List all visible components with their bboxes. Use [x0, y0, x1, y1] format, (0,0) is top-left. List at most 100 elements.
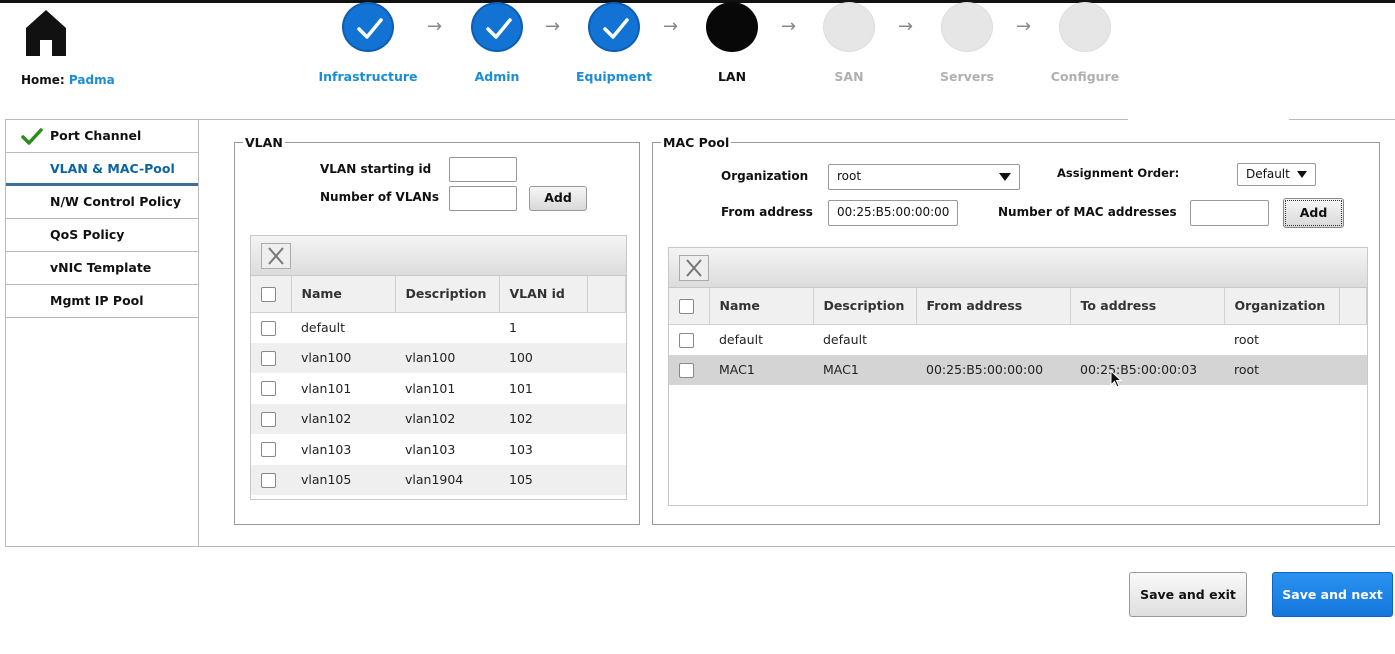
- column-header-empty: [587, 276, 626, 313]
- step-label: SAN: [834, 69, 864, 84]
- vlan-id-cell: 105: [499, 464, 587, 495]
- column-header[interactable]: Organization: [1224, 288, 1340, 325]
- mac-to-cell: [1070, 324, 1224, 355]
- mac-table-toolbar: [669, 248, 1367, 288]
- step-label: LAN: [717, 69, 747, 84]
- delete-icon[interactable]: [679, 255, 709, 281]
- organization-select[interactable]: root: [828, 164, 1020, 190]
- step-label: Infrastructure: [318, 69, 418, 84]
- mac-pool-legend: MAC Pool: [663, 135, 730, 150]
- vlan-start-id-input[interactable]: [449, 157, 517, 182]
- step-pending-icon: [941, 2, 993, 52]
- sidebar-item-label: N/W Control Policy: [50, 194, 182, 209]
- vlan-id-cell: 102: [499, 403, 587, 434]
- column-header[interactable]: Description: [395, 276, 500, 313]
- step-done-icon: [588, 2, 640, 52]
- sidebar-item-mgmt-ip-pool[interactable]: Mgmt IP Pool: [6, 285, 198, 318]
- vlan-grid: Name Description VLAN id default 1 vlan1…: [251, 276, 626, 495]
- row-checkbox[interactable]: [261, 350, 276, 366]
- column-header-empty: [1339, 288, 1367, 325]
- vlan-description-cell: [395, 312, 499, 343]
- table-row[interactable]: vlan101 vlan101 101: [251, 373, 626, 404]
- organization-label: Organization: [721, 169, 809, 183]
- home-icon[interactable]: [24, 8, 68, 58]
- home-breadcrumb: Home: Padma: [21, 73, 115, 87]
- frame-gap: [1128, 116, 1289, 123]
- select-all-checkbox[interactable]: [679, 298, 694, 314]
- dropdown-arrow-icon: [999, 173, 1011, 181]
- vlan-name-cell: vlan102: [291, 403, 395, 434]
- row-checkbox[interactable]: [261, 381, 276, 397]
- mac-from-cell: [916, 324, 1070, 355]
- select-all-checkbox[interactable]: [261, 286, 276, 302]
- table-row[interactable]: default 1: [251, 312, 626, 343]
- column-header[interactable]: VLAN id: [499, 276, 588, 313]
- step-infrastructure[interactable]: Infrastructure: [308, 2, 428, 92]
- sidebar-item-vnic-template[interactable]: vNIC Template: [6, 252, 198, 285]
- select-all-cell: [251, 276, 292, 313]
- dropdown-arrow-icon: [1297, 171, 1307, 178]
- step-label: Admin: [474, 69, 520, 84]
- column-header[interactable]: Name: [291, 276, 396, 313]
- row-checkbox[interactable]: [261, 442, 276, 458]
- mac-org-cell: root: [1224, 354, 1339, 385]
- save-and-next-button[interactable]: Save and next: [1272, 572, 1393, 617]
- delete-icon[interactable]: [261, 243, 291, 269]
- vlan-id-cell: 1: [509, 320, 517, 335]
- assignment-order-value: Default: [1246, 167, 1290, 181]
- home-label: Home:: [21, 73, 65, 87]
- vlan-name-cell: vlan101: [301, 380, 352, 396]
- row-checkbox[interactable]: [679, 362, 694, 378]
- vlan-add-button[interactable]: Add: [529, 186, 587, 211]
- row-checkbox[interactable]: [679, 332, 694, 348]
- table-row[interactable]: vlan105 vlan1904 105: [251, 464, 626, 495]
- assignment-order-select[interactable]: Default: [1237, 163, 1316, 186]
- table-row[interactable]: vlan102 vlan102 102: [251, 403, 626, 434]
- sidebar-item-qos-policy[interactable]: QoS Policy: [6, 219, 198, 252]
- step-admin[interactable]: Admin: [437, 2, 557, 92]
- save-and-exit-button[interactable]: Save and exit: [1129, 572, 1247, 617]
- vlan-count-input[interactable]: [449, 186, 517, 211]
- vlan-table-toolbar: [251, 236, 626, 276]
- vlan-name-cell: vlan100: [291, 342, 395, 373]
- vlan-description-cell: vlan103: [405, 441, 456, 457]
- mac-add-button[interactable]: Add: [1283, 198, 1344, 228]
- column-header[interactable]: Name: [709, 288, 814, 325]
- vlan-name-cell: vlan105: [291, 464, 395, 495]
- sidebar-item-port-channel[interactable]: Port Channel: [6, 120, 198, 153]
- sidebar: Port Channel VLAN & MAC-Pool N/W Control…: [6, 120, 199, 546]
- step-equipment[interactable]: Equipment: [554, 2, 674, 92]
- step-servers: Servers: [907, 2, 1027, 92]
- mac-count-input[interactable]: [1190, 200, 1269, 226]
- sidebar-item-nw-control-policy[interactable]: N/W Control Policy: [6, 186, 198, 219]
- table-row-selected[interactable]: MAC1 MAC1 00:25:B5:00:00:00 00:25:B5:00:…: [669, 354, 1367, 385]
- step-active-icon: [706, 2, 758, 52]
- row-checkbox[interactable]: [261, 320, 276, 336]
- vlan-name-cell: vlan103: [301, 441, 352, 457]
- from-address-input[interactable]: 00:25:B5:00:00:00: [828, 200, 958, 226]
- vlan-table: Name Description VLAN id default 1 vlan1…: [250, 235, 627, 500]
- column-header[interactable]: To address: [1070, 288, 1225, 325]
- row-checkbox[interactable]: [261, 411, 276, 427]
- mac-from-cell: 00:25:B5:00:00:00: [916, 354, 1070, 385]
- mac-org-cell: root: [1234, 332, 1260, 347]
- home-user[interactable]: Padma: [69, 73, 115, 87]
- sidebar-item-vlan-mac-pool[interactable]: VLAN & MAC-Pool: [6, 153, 198, 186]
- vlan-start-id-label: VLAN starting id: [320, 162, 432, 176]
- vlan-description-cell: vlan1904: [395, 464, 499, 495]
- table-row[interactable]: default default root: [669, 324, 1367, 355]
- table-row[interactable]: vlan103 vlan103 103: [251, 434, 626, 465]
- column-header[interactable]: Description: [813, 288, 917, 325]
- vlan-legend: VLAN: [245, 135, 283, 150]
- step-lan[interactable]: LAN: [672, 2, 792, 92]
- mac-header-row: Name Description From address To address…: [669, 288, 1367, 325]
- sidebar-item-label: vNIC Template: [50, 260, 152, 275]
- mac-pool-table: Name Description From address To address…: [668, 247, 1368, 506]
- mouse-cursor-icon: [1110, 369, 1124, 392]
- table-row[interactable]: vlan100 vlan100 100: [251, 342, 626, 373]
- row-checkbox[interactable]: [261, 472, 276, 488]
- vlan-description-cell: vlan102: [395, 403, 499, 434]
- assignment-order-label: Assignment Order:: [1057, 166, 1180, 180]
- vlan-id-cell: 103: [509, 441, 533, 457]
- column-header[interactable]: From address: [916, 288, 1071, 325]
